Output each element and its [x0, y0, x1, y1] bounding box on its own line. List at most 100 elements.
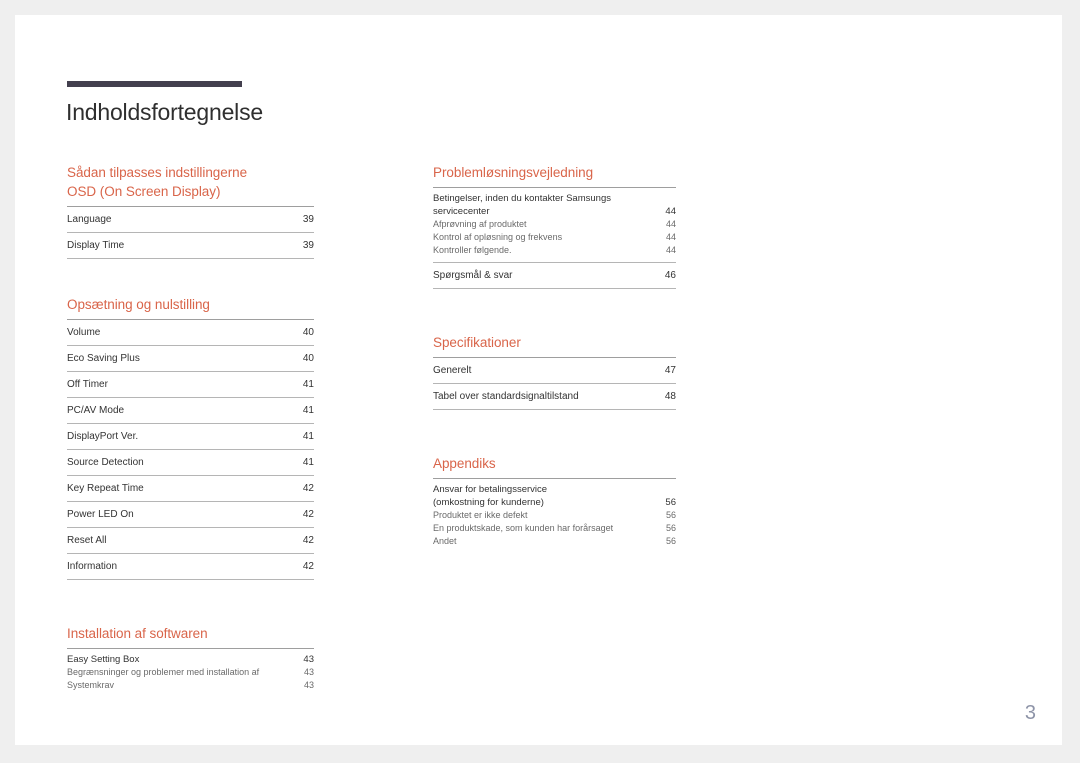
toc-entry-page: 46	[664, 270, 676, 281]
toc-section-heading[interactable]: Opsætning og nulstilling	[67, 295, 314, 319]
toc-entry-list: Betingelser, inden du kontakter Samsungs…	[433, 187, 676, 289]
toc-entry-label: Generelt	[433, 365, 472, 376]
toc-subentry[interactable]: Kontrol af opløsning og frekvens 44	[433, 231, 676, 244]
toc-entry-label: (omkostning for kunderne)	[433, 497, 544, 508]
toc-entry-page: 41	[302, 379, 314, 390]
toc-entry[interactable]: Source Detection 41	[67, 450, 314, 476]
toc-entry-page: 43	[303, 680, 314, 690]
toc-entry-label: Ansvar for betalingsservice	[433, 484, 548, 495]
toc-subentry[interactable]: Kontroller følgende. 44	[433, 244, 676, 257]
page-title: Indholdsfortegnelse	[66, 99, 263, 125]
toc-entry-label: Kontrol af opløsning og frekvens	[433, 232, 563, 242]
toc-entry-label: Begrænsninger og problemer med installat…	[67, 667, 260, 677]
toc-entry-page: 41	[302, 431, 314, 442]
toc-entry-page: 41	[302, 457, 314, 468]
toc-section: Problemløsningsvejledning Betingelser, in…	[433, 163, 676, 333]
toc-entry-page: 41	[302, 405, 314, 416]
toc-entry-label: Andet	[433, 536, 457, 546]
toc-subentry[interactable]: (omkostning for kunderne) 56	[433, 496, 676, 509]
toc-entry-label: Power LED On	[67, 509, 134, 520]
toc-entry-page: 40	[302, 353, 314, 364]
toc-entry[interactable]: Spørgsmål & svar 46	[433, 263, 676, 289]
toc-subentry[interactable]: En produktskade, som kunden har forårsag…	[433, 522, 676, 535]
toc-entry-list: Generelt 47 Tabel over standardsignaltilst…	[433, 357, 676, 410]
toc-section: Specifikationer Generelt 47 Tabel over stan…	[433, 333, 676, 454]
toc-subentry[interactable]: Andet 56	[433, 535, 676, 548]
toc-entry[interactable]: Language 39	[67, 207, 314, 233]
toc-entry-page: 39	[302, 214, 314, 225]
toc-entry[interactable]: Tabel over standardsignaltilstand 48	[433, 384, 676, 410]
toc-entry-page: 42	[302, 483, 314, 494]
toc-subentry[interactable]: Ansvar for betalingsservice	[433, 483, 676, 496]
toc-subentry[interactable]: Systemkrav 43	[67, 679, 314, 692]
toc-entry-page: 44	[665, 206, 676, 217]
toc-entry-label: Reset All	[67, 535, 107, 546]
toc-entry[interactable]: Generelt 47	[433, 358, 676, 384]
toc-entry[interactable]: DisplayPort Ver. 41	[67, 424, 314, 450]
toc-entry-label: Information	[67, 561, 118, 572]
toc-entry-page: 47	[664, 365, 676, 376]
toc-subentry[interactable]: Produktet er ikke defekt 56	[433, 509, 676, 522]
toc-subentry[interactable]: Betingelser, inden du kontakter Samsungs	[433, 192, 676, 205]
toc-entry-list: Easy Setting Box 43 Begrænsninger og probl…	[67, 648, 314, 697]
toc-entry-list: Language 39 Display Time 39	[67, 206, 314, 259]
toc-entry-label: Tabel over standardsignaltilstand	[433, 391, 579, 402]
toc-subentry[interactable]: Begrænsninger og problemer med installat…	[67, 666, 314, 679]
toc-section: Installation af softwaren Easy Setting Bo…	[67, 624, 314, 725]
toc-subentry[interactable]: servicecenter 44	[433, 205, 676, 218]
toc-subentry[interactable]: Afprøvning af produktet 44	[433, 218, 676, 231]
toc-entry-label: PC/AV Mode	[67, 405, 125, 416]
toc-entry[interactable]: PC/AV Mode 41	[67, 398, 314, 424]
toc-entry-label: Systemkrav	[67, 680, 115, 690]
toc-entry[interactable]: Display Time 39	[67, 233, 314, 259]
toc-entry-label: Spørgsmål & svar	[433, 270, 513, 281]
toc-subentry-group: Easy Setting Box 43 Begrænsninger og probl…	[67, 649, 314, 697]
toc-entry-page: 48	[664, 391, 676, 402]
toc-section: Appendiks Ansvar for betalingsservice (omk…	[433, 454, 676, 581]
toc-entry-label: DisplayPort Ver.	[67, 431, 139, 442]
toc-entry-page: 43	[303, 654, 314, 665]
toc-entry-page: 56	[665, 510, 676, 520]
toc-entry-label: Source Detection	[67, 457, 144, 468]
toc-entry-label: Afprøvning af produktet	[433, 219, 527, 229]
toc-entry-label: Volume	[67, 327, 101, 338]
toc-entry[interactable]: Power LED On 42	[67, 502, 314, 528]
toc-entry-page: 56	[665, 536, 676, 546]
toc-entry-label: Language	[67, 214, 112, 225]
toc-entry-label: Eco Saving Plus	[67, 353, 140, 364]
toc-entry-page: 43	[303, 667, 314, 677]
toc-entry-page: 42	[302, 509, 314, 520]
toc-entry-page: 56	[665, 523, 676, 533]
toc-entry-label: Key Repeat Time	[67, 483, 144, 494]
toc-entry[interactable]: Information 42	[67, 554, 314, 580]
toc-column-left: Sådan tilpasses indstillingerne OSD (On S…	[67, 163, 314, 725]
toc-section-heading[interactable]: Installation af softwaren	[67, 624, 314, 648]
toc-section-heading[interactable]: Specifikationer	[433, 333, 676, 357]
toc-entry[interactable]: Eco Saving Plus 40	[67, 346, 314, 372]
toc-entry[interactable]: Off Timer 41	[67, 372, 314, 398]
toc-entry-label: Kontroller følgende.	[433, 245, 512, 255]
toc-entry-page: 44	[665, 219, 676, 229]
toc-entry[interactable]: Key Repeat Time 42	[67, 476, 314, 502]
toc-entry-label: Betingelser, inden du kontakter Samsungs	[433, 193, 611, 204]
toc-section-heading-line2: OSD (On Screen Display)	[67, 184, 221, 199]
toc-subentry[interactable]: Easy Setting Box 43	[67, 653, 314, 666]
toc-entry-page: 42	[302, 535, 314, 546]
toc-section: Opsætning og nulstilling Volume 40 Eco Savi…	[67, 295, 314, 624]
toc-entry-label: servicecenter	[433, 206, 490, 217]
toc-section-heading[interactable]: Appendiks	[433, 454, 676, 478]
title-rule	[67, 81, 242, 87]
toc-subentry-group: Ansvar for betalingsservice (omkostning f…	[433, 479, 676, 553]
page-number: 3	[1024, 702, 1036, 724]
toc-entry[interactable]: Volume 40	[67, 320, 314, 346]
toc-entry[interactable]: Reset All 42	[67, 528, 314, 554]
toc-section-heading[interactable]: Sådan tilpasses indstillingerne OSD (On S…	[67, 163, 314, 206]
toc-section-heading[interactable]: Problemløsningsvejledning	[433, 163, 676, 187]
toc-subentry-group: Betingelser, inden du kontakter Samsungs…	[433, 188, 676, 263]
toc-entry-page: 39	[302, 240, 314, 251]
toc-entry-label: Display Time	[67, 240, 125, 251]
